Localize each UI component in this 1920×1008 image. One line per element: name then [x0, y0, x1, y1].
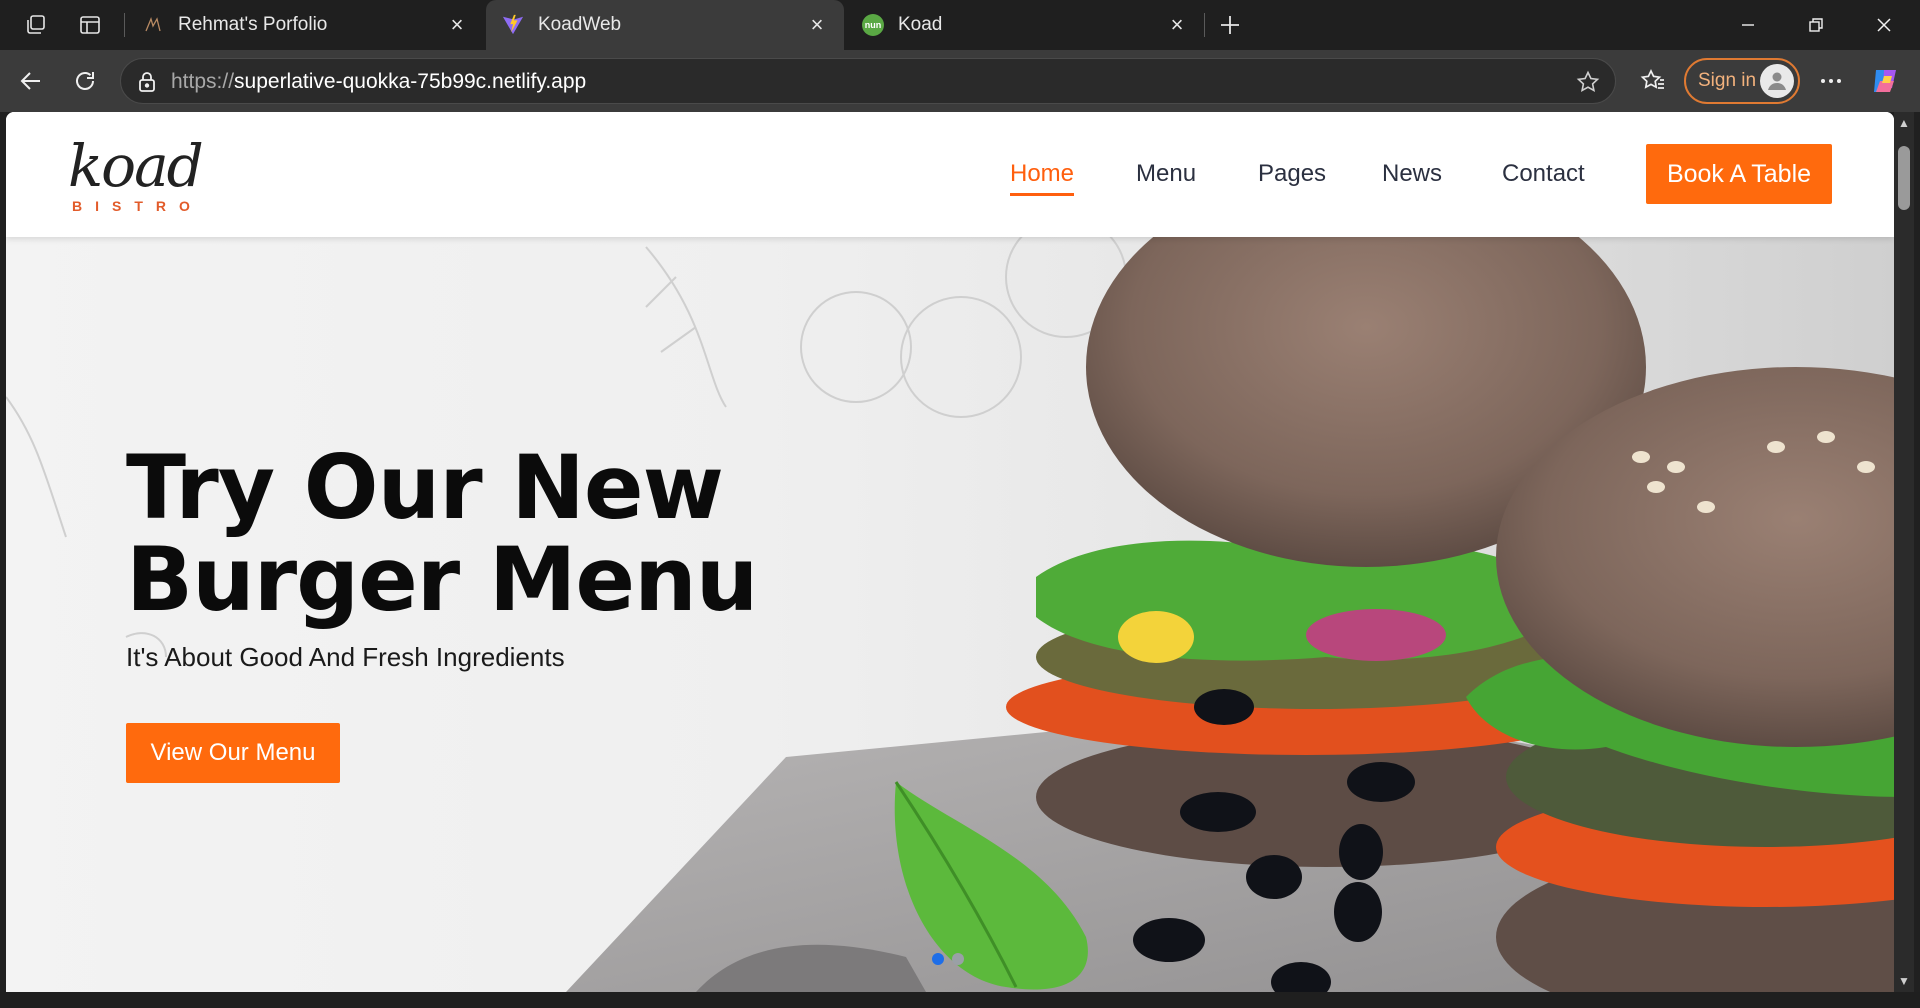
scroll-up-arrow-icon[interactable]: ▲	[1897, 116, 1911, 130]
view-our-menu-button[interactable]: View Our Menu	[126, 723, 340, 783]
tab-title: Koad	[898, 14, 943, 35]
tab-title: Rehmat's Porfolio	[178, 14, 328, 35]
new-tab-icon[interactable]	[1214, 10, 1246, 40]
nav-menu[interactable]: Menu	[1136, 160, 1196, 188]
nav-pages[interactable]: Pages	[1258, 160, 1326, 188]
restore-icon[interactable]	[1796, 8, 1836, 42]
slider-dot-1[interactable]	[932, 953, 944, 965]
url-text[interactable]: https://superlative-quokka-75b99c.netlif…	[171, 70, 586, 94]
tab-koad[interactable]: nun Koad ×	[846, 0, 1204, 50]
tab-actions-icon[interactable]	[74, 10, 106, 40]
favorite-star-icon[interactable]	[1575, 69, 1601, 95]
url-scheme: https://	[171, 70, 235, 93]
back-arrow-icon[interactable]	[12, 62, 50, 100]
window-bottom-edge	[0, 992, 1920, 1008]
site-header: koad BISTRO Home Menu Pages News Contact…	[6, 112, 1894, 237]
hero-title-line-2: Burger Menu	[126, 528, 758, 631]
favorites-icon[interactable]	[1634, 62, 1672, 100]
book-a-table-button[interactable]: Book A Table	[1646, 144, 1832, 204]
reload-icon[interactable]	[66, 62, 104, 100]
rk-logo-icon	[142, 14, 164, 36]
tab-rehmats-portfolio[interactable]: Rehmat's Porfolio ×	[126, 0, 484, 50]
hero-title-line-1: Try Our New	[126, 436, 724, 539]
hero-title: Try Our New Burger Menu	[126, 436, 758, 631]
site-info-lock-icon[interactable]	[135, 70, 159, 94]
workspaces-icon[interactable]	[20, 10, 52, 40]
slider-dot-2[interactable]	[952, 953, 964, 965]
nav-contact[interactable]: Contact	[1502, 160, 1585, 188]
sign-in-button[interactable]: Sign in	[1684, 58, 1800, 104]
hero-slider: Try Our New Burger Menu It's About Good …	[6, 237, 1894, 992]
page-viewport: koad BISTRO Home Menu Pages News Contact…	[6, 112, 1894, 992]
hero-subtitle: It's About Good And Fresh Ingredients	[126, 642, 565, 672]
vite-icon	[502, 14, 524, 36]
nuxt-icon: nun	[862, 14, 884, 36]
profile-avatar-icon	[1760, 64, 1794, 98]
close-tab-icon[interactable]: ×	[804, 12, 830, 38]
close-tab-icon[interactable]: ×	[444, 12, 470, 38]
scroll-down-arrow-icon[interactable]: ▼	[1897, 974, 1911, 988]
sign-in-label: Sign in	[1698, 70, 1757, 91]
scrollbar-thumb[interactable]	[1898, 146, 1910, 210]
nav-news[interactable]: News	[1382, 160, 1442, 188]
more-options-icon[interactable]	[1812, 62, 1850, 100]
nav-home[interactable]: Home	[1010, 160, 1075, 196]
close-tab-icon[interactable]: ×	[1164, 12, 1190, 38]
logo-script: koad	[68, 132, 204, 200]
browser-tab-bar: Rehmat's Porfolio × KoadWeb × nun Koad ×	[0, 0, 1920, 50]
page-scrollbar[interactable]: ▲ ▼	[1894, 112, 1914, 992]
url-host: superlative-quokka-75b99c.netlify.app	[234, 70, 587, 93]
slider-pagination	[932, 953, 964, 965]
koad-bistro-logo[interactable]: koad BISTRO	[64, 132, 204, 222]
browser-toolbar: https://superlative-quokka-75b99c.netlif…	[0, 50, 1920, 112]
address-bar[interactable]: https://superlative-quokka-75b99c.netlif…	[120, 58, 1616, 104]
close-window-icon[interactable]	[1864, 8, 1904, 42]
tab-separator	[1204, 13, 1205, 37]
tab-title: KoadWeb	[538, 14, 622, 35]
tab-separator	[124, 13, 125, 37]
copilot-icon[interactable]	[1866, 62, 1904, 100]
logo-subtitle: BISTRO	[72, 198, 203, 214]
minimize-icon[interactable]	[1728, 8, 1768, 42]
tab-koadweb[interactable]: KoadWeb ×	[486, 0, 844, 50]
